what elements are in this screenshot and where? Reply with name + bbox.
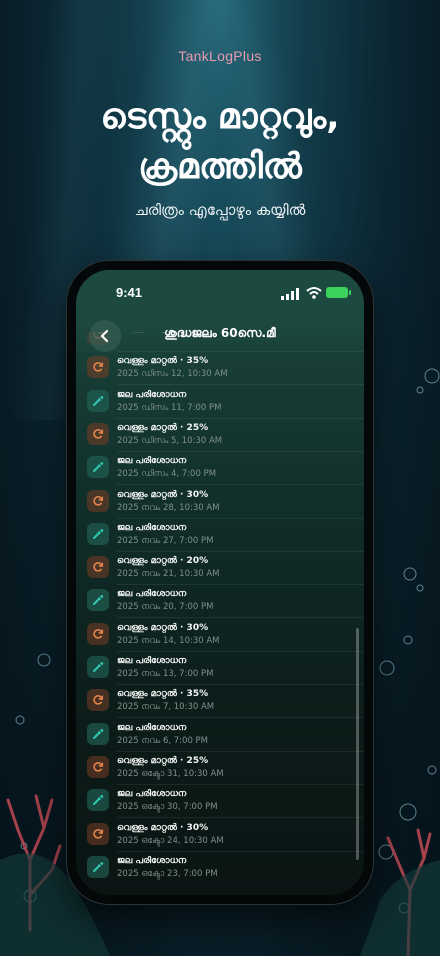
refresh-icon <box>87 622 109 645</box>
dropper-icon <box>87 522 109 545</box>
history-row-date: 2025 ഒക്ടോ 24, 10:30 AM <box>117 835 224 846</box>
history-row-date: 2025 നവം 6, 7:00 PM <box>117 735 209 746</box>
wifi-icon <box>306 287 322 299</box>
history-row-date: 2025 നവം 27, 7:00 PM <box>117 535 214 546</box>
nav-bar: ശുദ്ധജലം 60സെ.മീ <box>76 318 364 354</box>
history-row-date: 2025 നവം 13, 7:00 PM <box>117 669 214 679</box>
history-row-test[interactable]: ജല പരിശോധന 2025 നവം 6, 7:00 PM <box>76 719 364 752</box>
history-row-title: ജല പരിശോധന <box>117 589 187 600</box>
history-row-test[interactable]: ജല പരിശോധന 2025 ഒക്ടോ 30, 7:00 PM <box>76 785 364 819</box>
history-row-change[interactable]: വെള്ളം മാറ്റൽ · 25% 2025 ഒക്ടോ 31, 10:30 … <box>76 752 364 785</box>
refresh-icon <box>87 556 109 579</box>
history-row-date: 2025 നവം 28, 10:30 AM <box>117 502 220 513</box>
history-row-title: ജല പരിശോധന <box>117 456 187 467</box>
history-row-title: ജല പരിശോധന <box>117 656 187 666</box>
history-row-change[interactable]: വെള്ളം മാറ്റൽ · 20% 2025 നവം 21, 10:30 AM <box>76 552 364 586</box>
signal-icon <box>281 288 299 300</box>
subheadline: ചരിത്രം എപ്പോഴും കയ്യിൽ <box>134 201 306 219</box>
status-time: 9:41 <box>116 285 143 300</box>
history-row-change[interactable]: വെള്ളം മാറ്റൽ · 30% 2025 ഒക്ടോ 24, 10:30 … <box>76 819 364 852</box>
status-bar: 9:41 <box>76 284 364 304</box>
headline: ടെസ്റ്റും മാറ്റവും, ക്രമത്തിൽ <box>0 92 440 192</box>
history-row-title: വെള്ളം മാറ്റൽ · 25% <box>117 755 209 766</box>
history-row-title: വെള്ളം മാറ്റൽ · 30% <box>117 622 209 633</box>
nav-title: ശുദ്ധജലം 60സെ.മീ <box>164 326 276 340</box>
history-row-date: 2025 ഡിസം 12, 10:30 AM <box>117 369 228 380</box>
history-row-title: ജല പരിശോധന <box>117 389 187 400</box>
history-row-title: ജല പരിശോധന <box>117 789 187 800</box>
chevron-left-icon <box>100 329 109 343</box>
refresh-icon <box>87 822 109 845</box>
history-row-test[interactable]: ജല പരിശോധന 2025 നവം 20, 7:00 PM <box>76 585 364 619</box>
battery-icon <box>326 287 351 298</box>
scrollbar[interactable] <box>356 628 359 860</box>
history-row-test[interactable]: ജല പരിശോധന 2025 ഒക്ടോ 23, 7:00 PM <box>76 852 364 882</box>
history-row-title: ജല പരിശോധന <box>117 722 187 733</box>
history-row-test[interactable]: ജല പരിശോധന 2025 നവം 27, 7:00 PM <box>76 519 364 552</box>
history-row-change[interactable]: വെള്ളം മാറ്റൽ · 30% 2025 നവം 28, 10:30 AM <box>76 486 364 519</box>
headline-line-2: ക്രമത്തിൽ <box>138 147 302 187</box>
dropper-icon <box>87 589 109 612</box>
history-row-date: 2025 നവം 14, 10:30 AM <box>117 635 220 646</box>
dropper-icon <box>87 456 109 479</box>
history-row-test[interactable]: ജല പരിശോധന 2025 ഡിസം 11, 7:00 PM <box>76 386 364 419</box>
history-row-title: ജല പരിശോധന <box>117 522 187 533</box>
history-row-title: വെള്ളം മാറ്റൽ · 30% <box>117 489 209 500</box>
dropper-icon <box>87 722 109 745</box>
history-row-date: 2025 നവം 7, 10:30 AM <box>117 702 215 713</box>
dropper-icon <box>87 656 109 678</box>
history-row-date: 2025 ഒക്ടോ 23, 7:00 PM <box>117 868 218 879</box>
history-row-title: ജല പരിശോധന <box>117 855 187 866</box>
dropper-icon <box>87 789 109 812</box>
history-row-date: 2025 ഡിസം 5, 10:30 AM <box>117 435 223 446</box>
refresh-icon <box>87 755 109 778</box>
history-row-date: 2025 ഡിസം 11, 7:00 PM <box>117 402 222 413</box>
history-row-date: 2025 ഒക്ടോ 30, 7:00 PM <box>117 802 218 813</box>
history-row-date: 2025 ഒക്ടോ 31, 10:30 AM <box>117 768 224 779</box>
dropper-icon <box>87 389 109 412</box>
history-row-change[interactable]: വെള്ളം മാറ്റൽ · 25% 2025 ഡിസം 5, 10:30 AM <box>76 419 364 452</box>
history-row-change[interactable]: വെള്ളം മാറ്റൽ · 35% 2025 നവം 7, 10:30 AM <box>76 685 364 719</box>
history-row-test[interactable]: ജല പരിശോധന 2025 നവം 13, 7:00 PM <box>76 652 364 685</box>
history-row-title: വെള്ളം മാറ്റൽ · 20% <box>117 556 209 567</box>
refresh-icon <box>87 422 109 445</box>
phone-frame: വെള്ളം മാറ്റൽ · 30% വെള്ളം മാറ്റൽ · 35% 20… <box>67 261 373 904</box>
history-row-test[interactable]: ജല പരിശോധന 2025 ഡിസം 4, 7:00 PM <box>76 452 364 486</box>
history-row-date: 2025 നവം 20, 7:00 PM <box>117 602 214 613</box>
headline-line-1: ടെസ്റ്റും മാറ്റവും, <box>100 97 340 137</box>
brand-name: TankLogPlus <box>178 48 262 64</box>
history-list[interactable]: വെള്ളം മാറ്റൽ · 30% വെള്ളം മാറ്റൽ · 35% 20… <box>76 332 364 882</box>
history-row-date: 2025 നവം 21, 10:30 AM <box>117 569 220 580</box>
refresh-icon <box>87 689 109 712</box>
history-row-title: വെള്ളം മാറ്റൽ · 25% <box>117 422 209 433</box>
history-row-title: വെള്ളം മാറ്റൽ · 30% <box>117 822 209 833</box>
dropper-icon <box>87 855 109 878</box>
refresh-icon <box>87 489 109 512</box>
history-row-title: വെള്ളം മാറ്റൽ · 35% <box>117 689 209 700</box>
phone-screen: വെള്ളം മാറ്റൽ · 30% വെള്ളം മാറ്റൽ · 35% 20… <box>76 270 364 895</box>
history-row-date: 2025 ഡിസം 4, 7:00 PM <box>117 469 217 480</box>
history-row-change[interactable]: വെള്ളം മാറ്റൽ · 30% 2025 നവം 14, 10:30 AM <box>76 619 364 652</box>
